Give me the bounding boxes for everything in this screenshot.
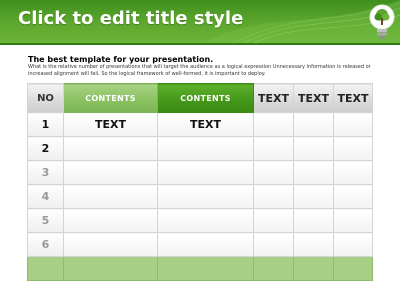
footer-cell[interactable]: [333, 256, 373, 281]
table-row: 1 TEXT TEXT: [27, 112, 373, 137]
table-cell[interactable]: [293, 184, 334, 209]
table-cell[interactable]: [157, 184, 254, 209]
table-cell[interactable]: [333, 112, 373, 137]
slide-body-text[interactable]: What is the relative number of presentat…: [28, 64, 378, 78]
table-cell[interactable]: [157, 136, 254, 161]
row-number[interactable]: 1: [27, 112, 64, 137]
header-text-2[interactable]: TEXT: [293, 83, 334, 113]
table-cell[interactable]: [63, 136, 158, 161]
header-contents-1[interactable]: CONTENTS: [63, 83, 158, 113]
table-cell[interactable]: [157, 232, 254, 257]
footer-cell[interactable]: [27, 256, 64, 281]
table-cell[interactable]: [253, 136, 294, 161]
slide-subtitle[interactable]: The best template for your presentation.: [28, 55, 213, 64]
header-no[interactable]: NO: [27, 83, 64, 113]
footer-cell[interactable]: [63, 256, 158, 281]
table-cell[interactable]: [293, 160, 334, 185]
table-cell[interactable]: [333, 184, 373, 209]
table-footer-row: [27, 256, 373, 281]
table-row: 2: [27, 136, 373, 161]
table-cell[interactable]: [253, 160, 294, 185]
slide-title[interactable]: Click to edit title style: [18, 8, 243, 29]
table-cell[interactable]: [253, 208, 294, 233]
table-cell[interactable]: [253, 184, 294, 209]
table-cell[interactable]: [333, 136, 373, 161]
table-header-row: NO CONTENTS CONTENTS TEXT TEXT TEXT: [27, 83, 373, 113]
table-cell[interactable]: [253, 112, 294, 137]
banner-divider: [0, 43, 400, 45]
table-cell[interactable]: [333, 160, 373, 185]
table-row: 3: [27, 160, 373, 185]
footer-cell[interactable]: [293, 256, 334, 281]
title-banner: Click to edit title style: [0, 0, 400, 45]
header-text-1[interactable]: TEXT: [253, 83, 294, 113]
row-number[interactable]: 3: [27, 160, 64, 185]
content-table: NO CONTENTS CONTENTS TEXT TEXT TEXT 1 TEX…: [27, 83, 373, 281]
row-number[interactable]: 6: [27, 232, 64, 257]
row-number[interactable]: 4: [27, 184, 64, 209]
table-row: 5: [27, 208, 373, 233]
table-cell[interactable]: [157, 208, 254, 233]
table-cell[interactable]: [333, 208, 373, 233]
table-cell[interactable]: TEXT: [157, 112, 254, 137]
lightbulb-tree-icon: [369, 4, 395, 39]
row-number[interactable]: 5: [27, 208, 64, 233]
table-cell[interactable]: [293, 136, 334, 161]
table-cell[interactable]: [293, 232, 334, 257]
table-cell[interactable]: TEXT: [63, 112, 158, 137]
table-row: 6: [27, 232, 373, 257]
header-contents-2[interactable]: CONTENTS: [157, 83, 254, 113]
table-cell[interactable]: [253, 232, 294, 257]
table-cell[interactable]: [333, 232, 373, 257]
table-cell[interactable]: [293, 208, 334, 233]
row-number[interactable]: 2: [27, 136, 64, 161]
table-cell[interactable]: [63, 160, 158, 185]
header-text-3[interactable]: TEXT: [333, 83, 373, 113]
table-cell[interactable]: [63, 232, 158, 257]
table-cell[interactable]: [63, 208, 158, 233]
table-cell[interactable]: [157, 160, 254, 185]
table-cell[interactable]: [63, 184, 158, 209]
table-cell[interactable]: [293, 112, 334, 137]
footer-cell[interactable]: [157, 256, 254, 281]
table-row: 4: [27, 184, 373, 209]
footer-cell[interactable]: [253, 256, 294, 281]
